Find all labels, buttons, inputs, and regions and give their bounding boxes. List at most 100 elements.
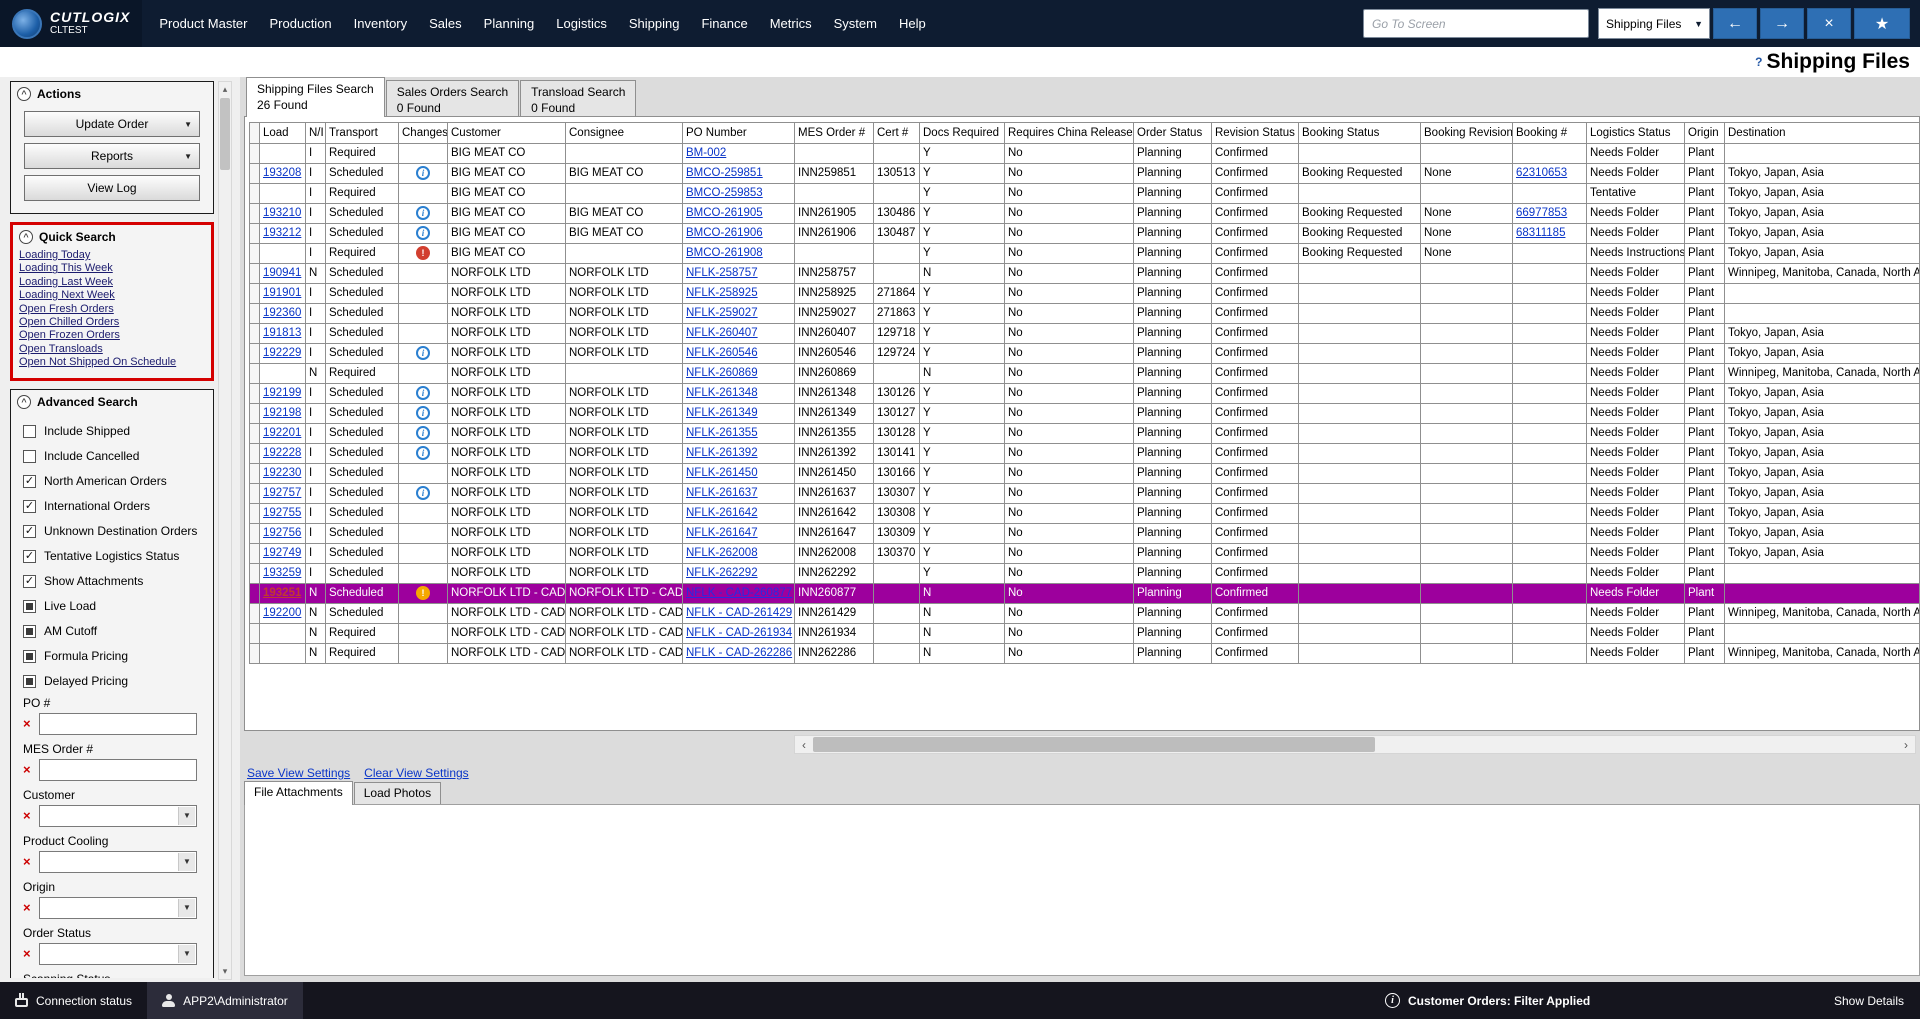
booking_no-link[interactable]: 66977853 [1516,207,1567,219]
favorite-button[interactable]: ★ [1854,8,1910,39]
po-link[interactable]: NFLK-261355 [686,427,758,439]
sidebar-scrollbar-thumb[interactable] [220,98,230,170]
grid-row[interactable]: NRequiredNORFOLK LTD - CADNORFOLK LTD - … [250,624,1920,644]
grid-row-193251[interactable]: 193251NScheduled!NORFOLK LTD - CADNORFOL… [250,584,1920,604]
grid-row-193259[interactable]: 193259IScheduledNORFOLK LTDNORFOLK LTDNF… [250,564,1920,584]
grid-row-191901[interactable]: 191901IScheduledNORFOLK LTDNORFOLK LTDNF… [250,284,1920,304]
menu-item-planning[interactable]: Planning [473,0,546,47]
save-view-settings-link[interactable]: Save View Settings [247,766,350,780]
po-link[interactable]: NFLK-261450 [686,467,758,479]
column-header-docs-required[interactable]: Docs Required [920,123,1005,144]
load-link[interactable]: 192229 [263,347,301,359]
menu-item-finance[interactable]: Finance [690,0,758,47]
grid-row[interactable]: IRequiredBIG MEAT COBM-002YNoPlanningCon… [250,144,1920,164]
po-link[interactable]: BM-002 [686,147,726,159]
quick-link-loading-this-week[interactable]: Loading This Week [19,262,211,275]
clear-icon[interactable]: × [23,947,34,960]
scroll-up-icon[interactable]: ▴ [219,82,231,97]
action-button-reports[interactable]: Reports▼ [24,143,200,169]
checkbox-international-orders[interactable]: ✓International Orders [23,494,213,519]
quick-link-open-fresh-orders[interactable]: Open Fresh Orders [19,303,211,316]
menu-item-shipping[interactable]: Shipping [618,0,691,47]
column-header-load[interactable]: Load [260,123,306,144]
grid-row-193208[interactable]: 193208ISchedulediBIG MEAT COBIG MEAT COB… [250,164,1920,184]
po-link[interactable]: NFLK-261642 [686,507,758,519]
column-header-destination[interactable]: Destination [1725,123,1920,144]
select-customer[interactable]: ▼ [39,805,197,827]
tab-file-attachments[interactable]: File Attachments [244,781,353,805]
grid-row-192201[interactable]: 192201ISchedulediNORFOLK LTDNORFOLK LTDN… [250,424,1920,444]
clear-icon[interactable]: × [23,855,34,868]
po-link[interactable]: BMCO-259851 [686,167,763,179]
grid-row-192756[interactable]: 192756IScheduledNORFOLK LTDNORFOLK LTDNF… [250,524,1920,544]
grid-row-193210[interactable]: 193210ISchedulediBIG MEAT COBIG MEAT COB… [250,204,1920,224]
tab-shipping-files-search[interactable]: Shipping Files Search26 Found [246,77,385,117]
clear-icon[interactable]: × [23,763,34,776]
column-header-booking-status[interactable]: Booking Status [1299,123,1421,144]
grid-horizontal-scrollbar[interactable]: ‹ › [794,735,1916,754]
grid-row[interactable]: IRequired!BIG MEAT COBMCO-261908YNoPlann… [250,244,1920,264]
collapse-icon[interactable]: ^ [17,395,31,409]
menu-item-inventory[interactable]: Inventory [343,0,418,47]
actions-header[interactable]: ^ Actions [11,82,213,105]
load-link[interactable]: 193259 [263,567,301,579]
grid-row-192198[interactable]: 192198ISchedulediNORFOLK LTDNORFOLK LTDN… [250,404,1920,424]
select-order-status[interactable]: ▼ [39,943,197,965]
po-link[interactable]: NFLK-261637 [686,487,758,499]
checkbox-am-cutoff[interactable]: AM Cutoff [23,619,213,644]
checkbox-include-shipped[interactable]: Include Shipped [23,419,213,444]
forward-button[interactable]: → [1760,8,1804,39]
column-header-transport[interactable]: Transport [326,123,399,144]
load-link[interactable]: 192228 [263,447,301,459]
po-link[interactable]: BMCO-261905 [686,207,763,219]
load-link[interactable]: 193210 [263,207,301,219]
column-header-booking[interactable]: Booking # [1513,123,1587,144]
clear-view-settings-link[interactable]: Clear View Settings [364,766,469,780]
po-link[interactable]: NFLK-258757 [686,267,758,279]
horizontal-scrollbar-thumb[interactable] [813,737,1375,752]
column-header-changes[interactable]: Changes [399,123,448,144]
booking_no-link[interactable]: 62310653 [1516,167,1567,179]
action-button-update-order[interactable]: Update Order▼ [24,111,200,137]
grid-row-192228[interactable]: 192228ISchedulediNORFOLK LTDNORFOLK LTDN… [250,444,1920,464]
load-link[interactable]: 192200 [263,607,301,619]
column-header-booking-revision[interactable]: Booking Revision [1421,123,1513,144]
scroll-left-icon[interactable]: ‹ [795,736,813,753]
menu-item-sales[interactable]: Sales [418,0,473,47]
grid-row-192360[interactable]: 192360IScheduledNORFOLK LTDNORFOLK LTDNF… [250,304,1920,324]
load-link[interactable]: 190941 [263,267,301,279]
load-link[interactable]: 192201 [263,427,301,439]
checkbox-delayed-pricing[interactable]: Delayed Pricing [23,669,213,694]
grid-row-192230[interactable]: 192230IScheduledNORFOLK LTDNORFOLK LTDNF… [250,464,1920,484]
column-header-revision-status[interactable]: Revision Status [1212,123,1299,144]
column-header-order-status[interactable]: Order Status [1134,123,1212,144]
load-link[interactable]: 192749 [263,547,301,559]
input-mes-order[interactable] [39,759,197,781]
connection-status[interactable]: Connection status [0,982,147,1019]
po-link[interactable]: NFLK-260546 [686,347,758,359]
po-link[interactable]: NFLK-260869 [686,367,758,379]
load-link[interactable]: 193212 [263,227,301,239]
grid-row-192749[interactable]: 192749IScheduledNORFOLK LTDNORFOLK LTDNF… [250,544,1920,564]
checkbox-formula-pricing[interactable]: Formula Pricing [23,644,213,669]
column-header-requires-china-release[interactable]: Requires China Release [1005,123,1134,144]
grid-row-192199[interactable]: 192199ISchedulediNORFOLK LTDNORFOLK LTDN… [250,384,1920,404]
po-link[interactable]: NFLK-261647 [686,527,758,539]
load-link[interactable]: 192198 [263,407,301,419]
tab-load-photos[interactable]: Load Photos [354,782,441,804]
load-link[interactable]: 192230 [263,467,301,479]
back-button[interactable]: ← [1713,8,1757,39]
checkbox-show-attachments[interactable]: ✓Show Attachments [23,569,213,594]
booking_no-link[interactable]: 68311185 [1516,227,1565,239]
checkbox-live-load[interactable]: Live Load [23,594,213,619]
checkbox-north-american-orders[interactable]: ✓North American Orders [23,469,213,494]
grid-row-191813[interactable]: 191813IScheduledNORFOLK LTDNORFOLK LTDNF… [250,324,1920,344]
tab-sales-orders-search[interactable]: Sales Orders Search0 Found [386,80,519,116]
column-header-origin[interactable]: Origin [1685,123,1725,144]
collapse-icon[interactable]: ^ [17,87,31,101]
menu-item-help[interactable]: Help [888,0,937,47]
quick-link-loading-today[interactable]: Loading Today [19,249,211,262]
quick-link-open-frozen-orders[interactable]: Open Frozen Orders [19,329,211,342]
collapse-icon[interactable]: ^ [19,230,33,244]
select-product-cooling[interactable]: ▼ [39,851,197,873]
